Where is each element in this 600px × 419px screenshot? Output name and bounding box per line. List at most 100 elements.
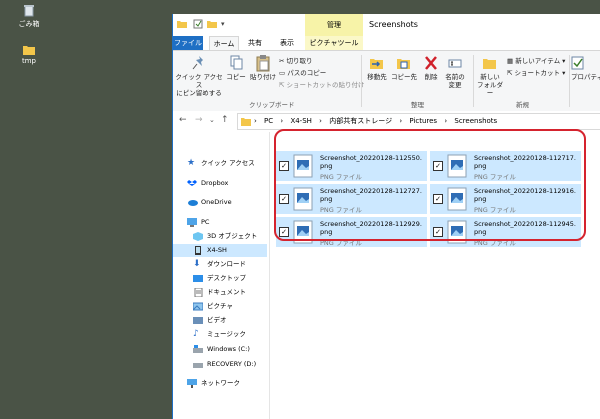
sidebar-item-windows-c[interactable]: Windows (C:) xyxy=(193,343,273,356)
shortcut-button[interactable]: ⇱ ショートカット ▾ xyxy=(507,67,565,77)
contextual-tab-group-manage: 管理 xyxy=(305,14,363,36)
chevron-down-icon[interactable]: ⌄ xyxy=(209,116,215,124)
breadcrumb-screenshots[interactable]: Screenshots xyxy=(454,117,497,125)
sidebar-item-network[interactable]: ネットワーク xyxy=(187,377,267,390)
breadcrumb-x4-sh[interactable]: X4-SH xyxy=(290,117,311,125)
cut-button[interactable]: ✂ 切り取り xyxy=(279,55,313,65)
title-bar: ▾ 管理 Screenshots xyxy=(173,14,600,36)
breadcrumb-separator: › xyxy=(399,117,403,125)
sidebar-item-pictures[interactable]: ピクチャ xyxy=(192,300,273,313)
copy-path-button[interactable]: ▭ パスのコピー xyxy=(279,67,326,77)
desktop-icon-tmp[interactable]: tmp xyxy=(9,44,49,65)
sidebar-item-dropbox[interactable]: Dropbox xyxy=(187,177,267,190)
tab-view[interactable]: 表示 xyxy=(275,36,299,50)
desktop-icon-recycle-bin[interactable]: ごみ箱 xyxy=(9,4,49,29)
new-item-button[interactable]: ▦ 新しいアイテム ▾ xyxy=(507,55,565,65)
dropbox-icon xyxy=(187,179,197,188)
sidebar-item-documents[interactable]: ドキュメント xyxy=(193,286,273,299)
properties-icon xyxy=(571,55,600,73)
pc-icon xyxy=(187,218,197,227)
delete-button[interactable]: 削除 xyxy=(421,55,441,81)
drive-icon xyxy=(193,345,203,354)
copy-to-button[interactable]: コピー先 xyxy=(391,55,417,81)
sidebar-item-recovery-d[interactable]: RECOVERY (D:) xyxy=(193,358,273,371)
sidebar-item-downloads[interactable]: ⬇ ダウンロード xyxy=(193,258,273,271)
sidebar-item-pc[interactable]: PC xyxy=(187,216,267,229)
up-arrow-icon[interactable]: ↑ xyxy=(221,115,229,125)
sidebar-item-onedrive[interactable]: OneDrive xyxy=(187,196,267,209)
back-arrow-icon[interactable]: ← xyxy=(179,115,187,125)
breadcrumb-pictures[interactable]: Pictures xyxy=(409,117,437,125)
clipboard-icon xyxy=(249,55,277,73)
paste-button[interactable]: 貼り付け xyxy=(249,55,277,81)
paste-label: 貼り付け xyxy=(250,73,276,81)
sidebar-item-x4-sh[interactable]: X4-SH xyxy=(173,244,267,257)
sidebar-item-label: ミュージック xyxy=(207,330,246,338)
sidebar-item-label: 3D オブジェクト xyxy=(207,232,258,240)
address-box[interactable]: › PC › X4-SH › 内部共有ストレージ › Pictures › Sc… xyxy=(237,113,600,130)
sidebar-item-quick-access[interactable]: ★ クイック アクセス xyxy=(187,157,267,170)
properties-button[interactable]: プロパティ xyxy=(571,55,600,81)
rename-button[interactable]: 名前の 変更 xyxy=(443,55,467,89)
tmp-label: tmp xyxy=(21,57,36,65)
delete-x-icon xyxy=(421,55,441,73)
paste-shortcut-label: ショートカットの貼り付け xyxy=(286,81,365,89)
sidebar-item-music[interactable]: ♪ ミュージック xyxy=(193,328,273,341)
copy-path-label: パスのコピー xyxy=(287,69,327,77)
navigation-pane: ★ クイック アクセス Dropbox OneDrive PC 3D オブジェク… xyxy=(173,132,269,419)
breadcrumb-pc[interactable]: PC xyxy=(264,117,273,125)
copy-button[interactable]: コピー xyxy=(225,55,247,81)
video-icon xyxy=(193,316,203,325)
properties-quick-icon[interactable] xyxy=(193,19,203,29)
sidebar-item-label: OneDrive xyxy=(201,198,232,206)
breadcrumb-separator: › xyxy=(254,117,257,125)
tab-home[interactable]: ホーム xyxy=(209,36,239,50)
selection-highlight-annotation xyxy=(274,129,586,241)
cube-icon xyxy=(193,232,203,241)
sidebar-item-label: デスクトップ xyxy=(207,274,246,282)
move-to-icon xyxy=(365,55,389,73)
ribbon-separator xyxy=(361,55,362,107)
sidebar-item-label: ピクチャ xyxy=(207,302,233,310)
sidebar-item-desktop[interactable]: デスクトップ xyxy=(193,272,273,285)
sidebar-item-label: X4-SH xyxy=(207,246,227,254)
rename-label-line2: 変更 xyxy=(448,81,462,89)
clipboard-group-label: クリップボード xyxy=(249,101,295,109)
sidebar-item-3d-objects[interactable]: 3D オブジェクト xyxy=(193,230,273,243)
move-to-button[interactable]: 移動先 xyxy=(365,55,389,81)
phone-icon xyxy=(193,246,203,255)
ribbon: クイック アクセス にピン留めする コピー 貼り付け ✂ 切り取り ▭ パスのコ… xyxy=(173,50,600,112)
new-group-label: 新規 xyxy=(516,101,529,109)
copy-label: コピー xyxy=(226,73,246,81)
desktop-icon xyxy=(193,274,203,283)
move-to-label: 移動先 xyxy=(367,73,387,81)
pin-icon xyxy=(175,55,223,73)
breadcrumb-separator: › xyxy=(319,117,322,125)
cloud-icon xyxy=(187,198,198,207)
forward-arrow-icon[interactable]: → xyxy=(195,115,203,125)
star-icon: ★ xyxy=(187,158,196,168)
pin-label-line2: にピン留めする xyxy=(176,89,222,97)
folder-icon xyxy=(241,117,251,128)
pin-label-line1: クイック アクセス xyxy=(175,73,223,89)
new-item-label: 新しいアイテム xyxy=(515,57,561,65)
new-folder-button[interactable]: 新しい フォルダー xyxy=(475,55,505,97)
tab-share[interactable]: 共有 xyxy=(243,36,267,50)
rename-icon xyxy=(443,55,467,73)
tab-picture-tools[interactable]: ピクチャツール xyxy=(305,36,363,50)
sidebar-item-videos[interactable]: ビデオ xyxy=(193,314,273,327)
new-folder-icon xyxy=(475,55,505,73)
copy-to-icon xyxy=(391,55,417,73)
quick-access-dropdown-icon[interactable]: ▾ xyxy=(221,19,231,29)
new-folder-quick-icon[interactable] xyxy=(207,19,217,29)
sidebar-item-label: RECOVERY (D:) xyxy=(207,360,257,368)
breadcrumb: › PC › X4-SH › 内部共有ストレージ › Pictures › Sc… xyxy=(254,114,502,129)
breadcrumb-internal-storage[interactable]: 内部共有ストレージ xyxy=(329,117,392,125)
recycle-bin-icon xyxy=(22,4,36,17)
network-icon xyxy=(187,379,197,388)
sidebar-item-label: クイック アクセス xyxy=(201,159,255,167)
pin-quick-access-button[interactable]: クイック アクセス にピン留めする xyxy=(175,55,223,97)
shortcut-label: ショートカット xyxy=(514,69,561,77)
paste-shortcut-button[interactable]: ⇱ ショートカットの貼り付け xyxy=(279,79,365,89)
ribbon-tabs: ファイル ホーム 共有 表示 ピクチャツール xyxy=(173,36,600,66)
